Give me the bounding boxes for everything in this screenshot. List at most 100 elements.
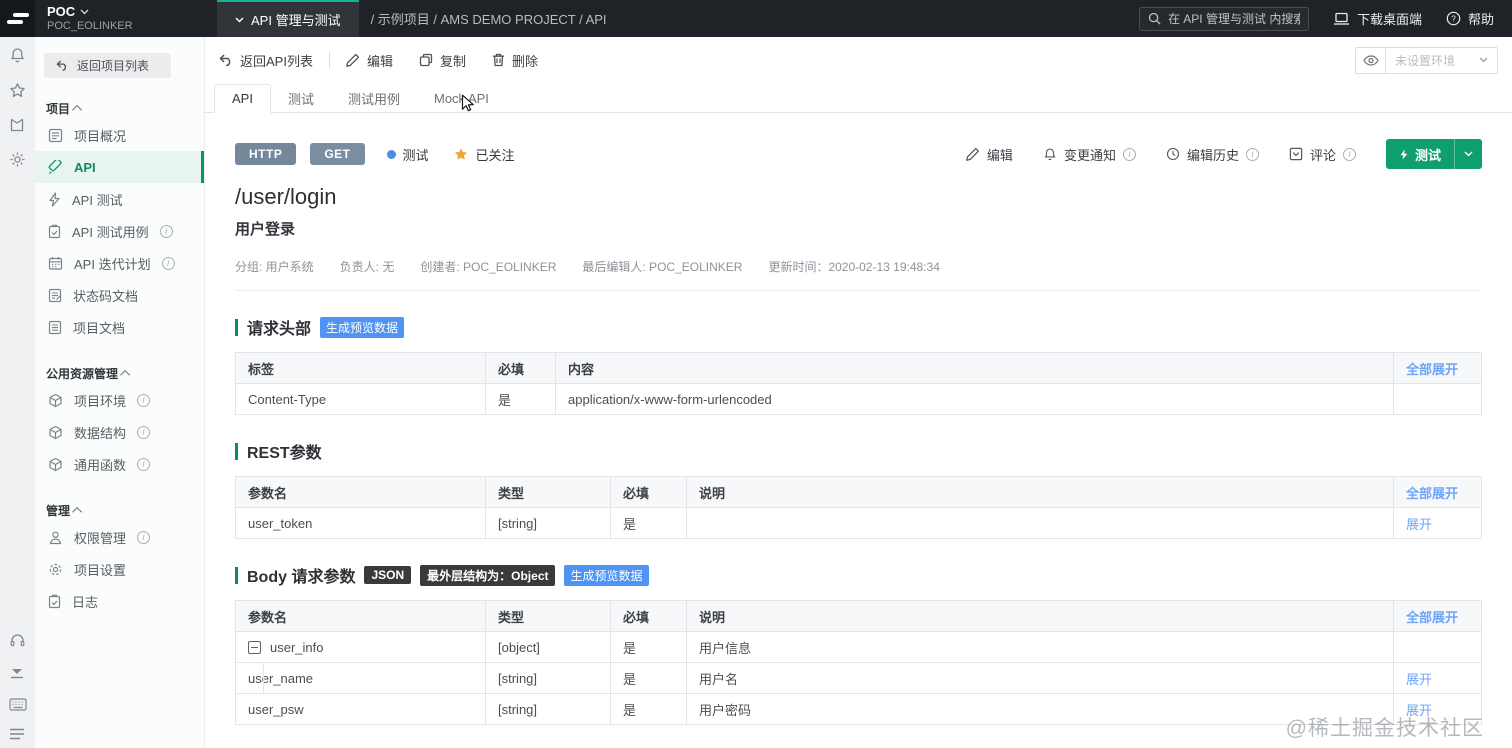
cube-icon — [49, 393, 62, 407]
tab-api[interactable]: API — [214, 84, 271, 113]
table-row: Content-Type 是 application/x-www-form-ur… — [235, 383, 1482, 415]
cell-required: 是 — [610, 631, 687, 663]
sidebar: 返回项目列表 项目 项目概况 API API 测试 API 测试用例 API 迭… — [35, 37, 205, 748]
table-row: user_psw [string] 是 用户密码 展开 — [235, 693, 1482, 725]
test-button[interactable]: 测试 — [1385, 139, 1482, 169]
environment-control: 未设置环境 — [1355, 46, 1498, 74]
cell-type: [string] — [485, 662, 611, 694]
sidebar-item-project-doc[interactable]: 项目文档 — [35, 311, 204, 343]
cell-expand — [1393, 631, 1482, 663]
eye-icon — [1362, 54, 1379, 66]
sidebar-item-label: 项目设置 — [74, 562, 127, 578]
api-meta-row: 分组: 用户系统 负责人: 无 创建者: POC_EOLINKER 最后编辑人:… — [235, 258, 1482, 275]
expand-all-link[interactable]: 全部展开 — [1406, 362, 1458, 377]
keyboard-icon[interactable] — [8, 698, 27, 711]
generate-preview-button[interactable]: 生成预览数据 — [564, 564, 649, 586]
sidebar-item-api-iteration[interactable]: API 迭代计划 — [35, 247, 204, 279]
chevron-down-icon — [1464, 151, 1473, 157]
sidebar-group-shared-resources[interactable]: 公用资源管理 — [46, 365, 204, 382]
sidebar-item-data-structure[interactable]: 数据结构 — [35, 416, 204, 448]
delete-button[interactable]: 删除 — [492, 51, 538, 70]
expand-link[interactable]: 展开 — [1406, 517, 1432, 532]
pencil-icon — [966, 147, 979, 161]
expand-link[interactable]: 展开 — [1406, 703, 1432, 718]
help-icon: ? — [1446, 11, 1461, 26]
expand-all-link[interactable]: 全部展开 — [1406, 610, 1458, 625]
api-edit-label: 编辑 — [986, 147, 1013, 163]
sidebar-item-label: 状态码文档 — [73, 288, 139, 304]
rest-params-table: 参数名 类型 必填 说明 全部展开 user_token [string] 是 … — [235, 476, 1482, 539]
expand-link[interactable]: 展开 — [1406, 672, 1432, 687]
headset-icon[interactable] — [9, 632, 26, 649]
svg-text:?: ? — [1451, 13, 1456, 23]
notification-bell-icon[interactable] — [9, 47, 26, 64]
app-logo-icon[interactable] — [0, 0, 35, 37]
sidebar-item-log[interactable]: 日志 — [35, 585, 204, 617]
module-tab-api-management[interactable]: API 管理与测试 — [217, 0, 359, 37]
sidebar-item-api[interactable]: API — [35, 151, 204, 183]
cell-param-name: user_info — [235, 631, 486, 663]
breadcrumb: / 示例项目 / AMS DEMO PROJECT / API — [370, 12, 607, 27]
tab-test[interactable]: 测试 — [271, 84, 331, 113]
workspace-name: POC — [47, 4, 76, 19]
caret-up-icon — [120, 369, 131, 380]
sidebar-item-label: 日志 — [72, 594, 99, 610]
section-title: Body 请求参数 — [247, 569, 356, 586]
cell-expand — [1393, 383, 1482, 415]
cell-desc: 用户密码 — [686, 693, 1394, 725]
sidebar-item-status-doc[interactable]: 状态码文档 — [35, 279, 204, 311]
help-button[interactable]: ? 帮助 — [1446, 9, 1494, 28]
test-button-main[interactable]: 测试 — [1386, 145, 1454, 164]
sidebar-item-api-test[interactable]: API 测试 — [35, 183, 204, 215]
env-select[interactable]: 未设置环境 — [1386, 46, 1498, 74]
star-filled-icon — [454, 147, 467, 160]
sidebar-item-permission[interactable]: 权限管理 — [35, 521, 204, 553]
back-to-api-list-button[interactable]: 返回API列表 — [219, 51, 313, 70]
sidebar-item-common-function[interactable]: 通用函数 — [35, 448, 204, 480]
sidebar-item-project-settings[interactable]: 项目设置 — [35, 553, 204, 585]
sidebar-item-project-env[interactable]: 项目环境 — [35, 384, 204, 416]
comment-button[interactable]: 评论 — [1289, 145, 1356, 164]
change-notice-button[interactable]: 变更通知 — [1043, 145, 1136, 164]
star-icon[interactable] — [9, 82, 26, 99]
info-icon — [159, 224, 173, 238]
env-preview-button[interactable] — [1355, 46, 1386, 74]
toolbar-divider — [328, 52, 330, 68]
edit-button[interactable]: 编辑 — [346, 51, 393, 70]
generate-preview-button[interactable]: 生成预览数据 — [320, 316, 405, 338]
edit-history-button[interactable]: 编辑历史 — [1166, 145, 1259, 164]
sidebar-group-admin[interactable]: 管理 — [46, 502, 204, 519]
workspace-switcher[interactable]: POC POC_EOLINKER — [35, 0, 205, 37]
expand-all-link[interactable]: 全部展开 — [1406, 486, 1458, 501]
global-search[interactable] — [1138, 6, 1309, 31]
info-icon — [161, 256, 175, 270]
cell-type: [string] — [485, 693, 611, 725]
api-edit-button[interactable]: 编辑 — [966, 145, 1013, 164]
icon-rail — [0, 37, 35, 748]
caret-up-icon — [72, 506, 83, 517]
tab-mock-api[interactable]: Mock API — [417, 84, 506, 113]
sidebar-group-project[interactable]: 项目 — [46, 100, 204, 117]
search-icon — [1148, 12, 1161, 25]
download-desktop-button[interactable]: 下载桌面端 — [1333, 9, 1422, 28]
download-icon[interactable] — [9, 666, 25, 681]
api-detail-content: HTTP GET 测试 已关注 编辑 变更通知 i 编辑历史 i 评论 i 测试… — [205, 113, 1512, 748]
cell-required: 是 — [610, 693, 687, 725]
detail-tabs: API 测试 测试用例 Mock API — [205, 83, 1512, 113]
table-header-row: 标签 必填 内容 全部展开 — [235, 352, 1482, 384]
bookmark-icon[interactable] — [9, 117, 25, 133]
tab-testcase[interactable]: 测试用例 — [331, 84, 417, 113]
sidebar-item-project-overview[interactable]: 项目概况 — [35, 119, 204, 151]
api-pen-icon — [48, 159, 62, 174]
cell-desc: 用户信息 — [686, 631, 1394, 663]
search-input[interactable] — [1167, 11, 1300, 26]
follow-toggle[interactable]: 已关注 — [453, 145, 515, 164]
lightning-icon — [49, 191, 60, 207]
collapse-toggle-icon[interactable] — [248, 640, 261, 654]
test-button-dropdown[interactable] — [1455, 151, 1482, 157]
menu-icon[interactable] — [9, 728, 25, 740]
copy-button[interactable]: 复制 — [419, 51, 466, 70]
gear-icon[interactable] — [9, 151, 26, 168]
back-to-projects-button[interactable]: 返回项目列表 — [44, 53, 172, 78]
sidebar-item-api-testcase[interactable]: API 测试用例 — [35, 215, 204, 247]
